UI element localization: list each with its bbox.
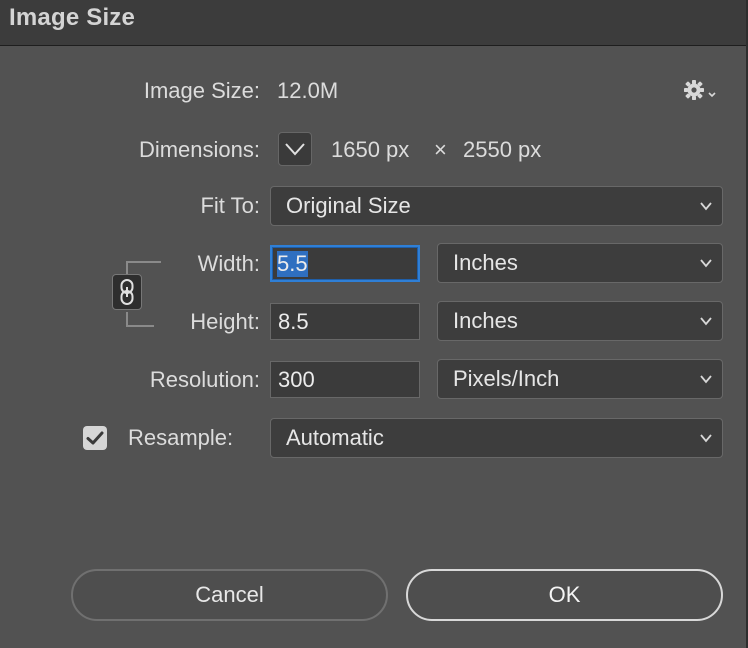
width-field[interactable]: 5.5 bbox=[270, 245, 420, 282]
chevron-down-icon bbox=[285, 143, 305, 156]
link-icon bbox=[120, 279, 134, 305]
chevron-down-icon bbox=[700, 434, 712, 443]
dimensions-times: × bbox=[434, 137, 447, 162]
height-unit-value: Inches bbox=[453, 308, 518, 333]
image-size-value: 12.0M bbox=[277, 78, 339, 103]
width-label: Width: bbox=[197, 251, 260, 276]
dialog-title: Image Size bbox=[9, 4, 136, 31]
fit-to-select[interactable]: Original Size bbox=[270, 186, 723, 226]
fit-to-value: Original Size bbox=[286, 193, 411, 218]
fit-to-label: Fit To: bbox=[200, 193, 260, 218]
dimensions-unit-toggle[interactable] bbox=[278, 132, 312, 166]
title-bar: Image Size bbox=[0, 0, 748, 46]
resample-method-select[interactable]: Automatic bbox=[270, 418, 723, 458]
cancel-button[interactable]: Cancel bbox=[71, 569, 388, 621]
chevron-down-icon bbox=[700, 259, 712, 268]
height-field[interactable]: 8.5 bbox=[270, 303, 420, 340]
chevron-down-icon bbox=[700, 375, 712, 384]
ok-button[interactable]: OK bbox=[406, 569, 723, 621]
chevron-down-icon bbox=[700, 317, 712, 326]
chevron-down-icon bbox=[700, 202, 712, 211]
resample-checkbox[interactable] bbox=[83, 426, 107, 450]
checkmark-icon bbox=[86, 431, 104, 445]
resolution-label: Resolution: bbox=[149, 367, 260, 392]
dimensions-label: Dimensions: bbox=[138, 137, 260, 162]
resample-method-value: Automatic bbox=[286, 425, 384, 450]
height-label: Height: bbox=[190, 309, 260, 334]
dimensions-width: 1650 px bbox=[331, 137, 410, 162]
image-size-label: Image Size: bbox=[143, 78, 260, 103]
image-size-dialog: Image Size Image Size: 12.0M Dimensions: bbox=[0, 0, 748, 648]
resolution-unit-select[interactable]: Pixels/Inch bbox=[437, 359, 723, 399]
constrain-bracket-top bbox=[126, 261, 161, 275]
constrain-bracket-bottom bbox=[126, 312, 154, 327]
width-unit-select[interactable]: Inches bbox=[437, 243, 723, 283]
dimensions-height: 2550 px bbox=[463, 137, 542, 162]
width-value: 5.5 bbox=[277, 251, 308, 277]
resolution-field[interactable]: 300 bbox=[270, 361, 420, 398]
height-value: 8.5 bbox=[278, 309, 309, 334]
gear-icon[interactable] bbox=[683, 78, 717, 102]
constrain-proportions-button[interactable] bbox=[112, 274, 142, 310]
resolution-unit-value: Pixels/Inch bbox=[453, 366, 560, 391]
resample-label: Resample: bbox=[128, 425, 234, 450]
height-unit-select[interactable]: Inches bbox=[437, 301, 723, 341]
resolution-value: 300 bbox=[278, 367, 315, 392]
width-unit-value: Inches bbox=[453, 250, 518, 275]
